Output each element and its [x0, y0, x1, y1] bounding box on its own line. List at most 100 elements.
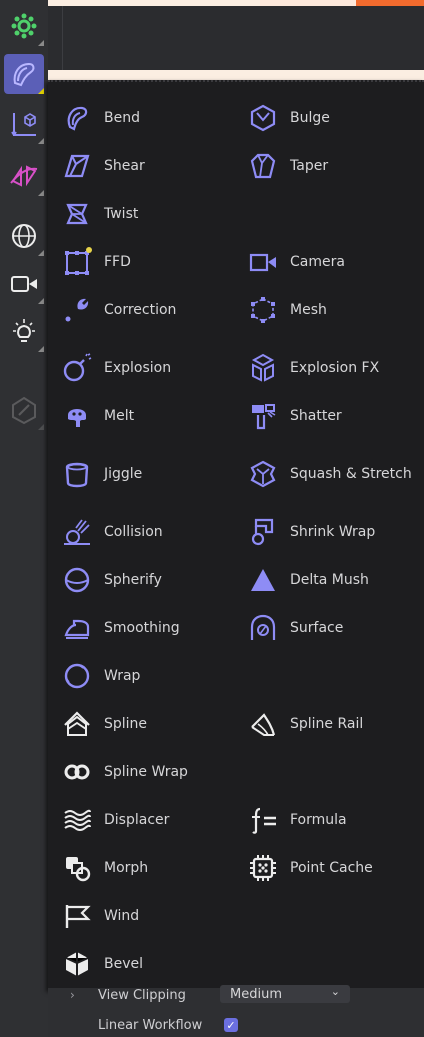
menu-item-label: FFD [104, 254, 131, 270]
menu-item-wind[interactable]: Wind [60, 896, 139, 936]
spline-tool[interactable] [4, 156, 44, 196]
menu-item-label: Explosion FX [290, 360, 380, 376]
menu-item-point-cache[interactable]: Point Cache [246, 848, 373, 888]
menu-item-twist[interactable]: Twist [60, 194, 138, 234]
menu-item-spherify[interactable]: Spherify [60, 560, 162, 600]
ffd-icon [65, 247, 92, 275]
wrap-icon [64, 663, 90, 689]
menu-item-label: Taper [290, 158, 329, 174]
explosion-fx-icon [251, 353, 275, 382]
menu-item-smoothing[interactable]: Smoothing [60, 608, 180, 648]
menu-item-surface[interactable]: Surface [246, 608, 343, 648]
menu-item-label: Formula [290, 812, 347, 828]
menu-item-bend[interactable]: Bend [60, 98, 140, 138]
menu-item-morph[interactable]: Morph [60, 848, 148, 888]
menu-item-collision[interactable]: Collision [60, 512, 163, 552]
cube-transform-icon [11, 113, 36, 136]
menu-item-delta-mush[interactable]: Delta Mush [246, 560, 369, 600]
menu-item-ffd[interactable]: FFD [60, 242, 131, 282]
shatter-icon [252, 404, 276, 430]
menu-item-label: Jiggle [104, 466, 143, 482]
app-window: Bend Shear Twist FFD Correction Explosio… [0, 0, 424, 1037]
view-clipping-value: Medium [230, 986, 282, 1002]
menu-item-shear[interactable]: Shear [60, 146, 145, 186]
menu-item-melt[interactable]: Melt [60, 396, 134, 436]
menu-item-label: Spline [104, 716, 148, 732]
camera-icon [11, 276, 37, 292]
spline-arrows-icon [10, 165, 38, 187]
corner-indicator [38, 88, 44, 94]
menu-item-mesh[interactable]: Mesh [246, 290, 327, 330]
corner-indicator [38, 40, 44, 46]
menu-item-label: Shrink Wrap [290, 524, 376, 540]
deformer-tool[interactable] [4, 54, 44, 94]
disabled-tool [4, 390, 44, 430]
shrink-wrap-icon [251, 518, 274, 546]
corner-indicator [38, 424, 44, 430]
left-toolbar [0, 0, 48, 1037]
camera-icon [249, 253, 276, 272]
menu-item-explosion[interactable]: Explosion [60, 348, 171, 388]
environment-tool[interactable] [4, 216, 44, 256]
menu-item-label: Surface [290, 620, 344, 636]
light-tool[interactable] [4, 312, 44, 352]
linear-workflow-row: Linear Workflow ✓ [48, 1014, 424, 1036]
menu-item-explosion-fx[interactable]: Explosion FX [246, 348, 379, 388]
spline-rail-icon [251, 713, 276, 736]
menu-item-label: Bevel [104, 956, 144, 972]
transform-tool[interactable] [4, 104, 44, 144]
wrench-icon [65, 298, 89, 322]
gear-green-icon [11, 13, 37, 39]
disabled-tool-icon [12, 396, 36, 425]
mesh-icon [251, 297, 275, 323]
menu-item-label: Wind [104, 908, 140, 924]
menu-item-label: Camera [290, 254, 345, 270]
menu-item-label: Morph [104, 860, 149, 876]
morph-icon [66, 857, 91, 882]
menu-item-correction[interactable]: Correction [60, 290, 176, 330]
menu-item-label: Delta Mush [290, 572, 369, 588]
menu-item-taper[interactable]: Taper [246, 146, 328, 186]
bevel-icon [65, 952, 89, 976]
collision-icon [64, 519, 90, 545]
menu-item-shrink-wrap[interactable]: Shrink Wrap [246, 512, 375, 552]
bend-icon [67, 106, 88, 131]
squash-icon [250, 460, 276, 488]
menu-item-shatter[interactable]: Shatter [246, 396, 342, 436]
linear-workflow-label: Linear Workflow [98, 1017, 203, 1033]
menu-item-spline[interactable]: Spline [60, 704, 147, 744]
menu-item-camera[interactable]: Camera [246, 242, 345, 282]
menu-item-spline-wrap[interactable]: Spline Wrap [60, 752, 188, 792]
point-cache-icon [250, 855, 276, 881]
deformer-icon [13, 62, 35, 87]
menu-item-displacer[interactable]: Displacer [60, 800, 169, 840]
menu-item-squash-stretch[interactable]: Squash & Stretch [246, 454, 412, 494]
menu-item-label: Melt [104, 408, 135, 424]
chevron-right-icon[interactable]: › [70, 988, 75, 1002]
menu-item-label: Spherify [104, 572, 162, 588]
settings-tool[interactable] [4, 6, 44, 46]
deformer-menu: Bend Shear Twist FFD Correction Explosio… [48, 80, 424, 990]
menu-item-label: Correction [104, 302, 177, 318]
menu-item-jiggle[interactable]: Jiggle [60, 454, 142, 494]
spherify-icon [64, 567, 90, 593]
menu-item-label: Collision [104, 524, 163, 540]
shear-icon [64, 154, 90, 178]
menu-item-wrap[interactable]: Wrap [60, 656, 140, 696]
menu-item-label: Explosion [104, 360, 172, 376]
settings-panel: › View Clipping Medium ⌄ Linear Workflow… [48, 985, 424, 1037]
camera-tool[interactable] [4, 264, 44, 304]
corner-indicator [38, 250, 44, 256]
view-clipping-dropdown[interactable]: Medium ⌄ [220, 985, 350, 1003]
linear-workflow-checkbox[interactable]: ✓ [224, 1018, 238, 1032]
bulge-icon [250, 104, 276, 132]
menu-item-bevel[interactable]: Bevel [60, 944, 143, 984]
menu-item-label: Bulge [290, 110, 330, 126]
menu-item-formula[interactable]: Formula [246, 800, 347, 840]
jiggle-icon [65, 462, 89, 488]
view-clipping-row: › View Clipping Medium ⌄ [48, 984, 424, 1006]
spline-wrap-icon [64, 764, 90, 780]
corner-indicator [38, 190, 44, 196]
menu-item-bulge[interactable]: Bulge [246, 98, 330, 138]
menu-item-spline-rail[interactable]: Spline Rail [246, 704, 363, 744]
